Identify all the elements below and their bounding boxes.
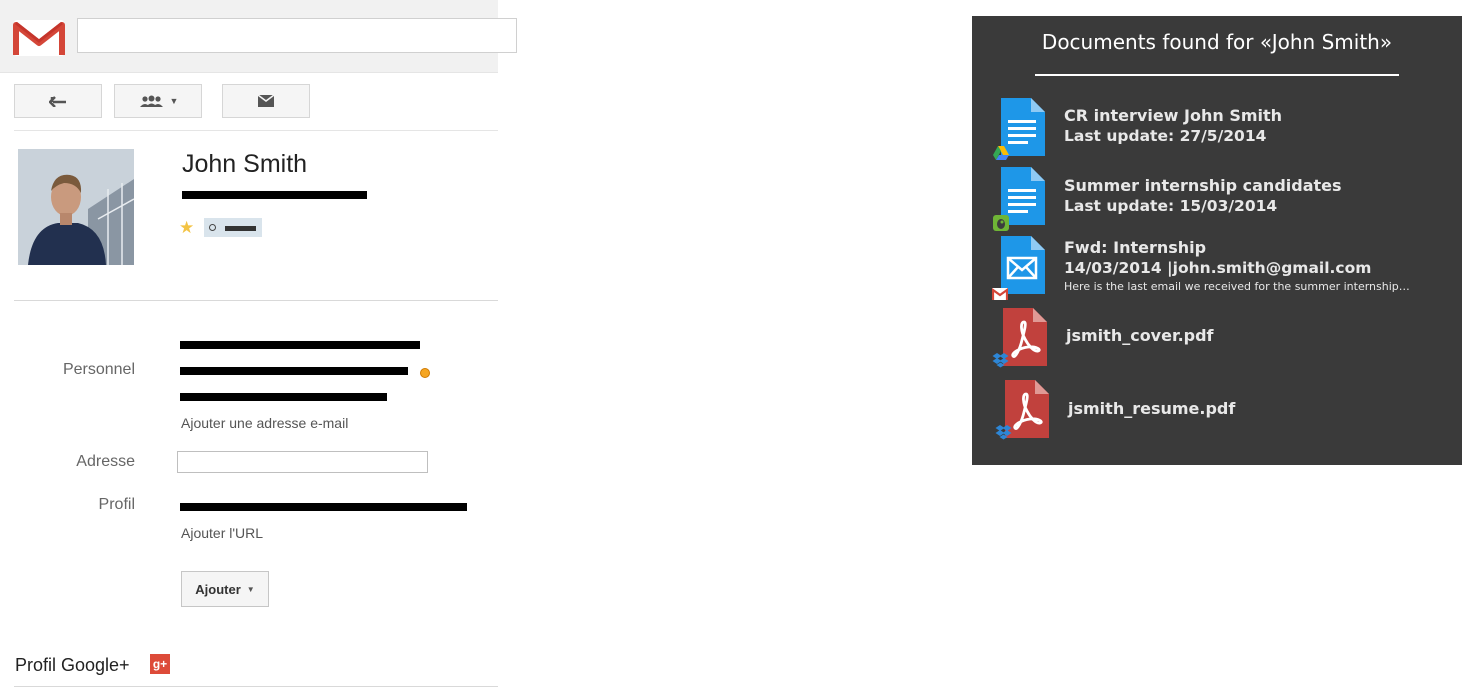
dropbox-icon (995, 425, 1012, 440)
contact-name: John Smith (182, 150, 308, 178)
add-email-link[interactable]: Ajouter une adresse e-mail (181, 415, 348, 431)
divider (14, 686, 498, 687)
email-subject[interactable]: Fwd: Internship (1064, 238, 1206, 257)
back-arrow-icon (49, 96, 66, 107)
chevron-down-icon: ▼ (169, 96, 179, 106)
person-photo-icon (18, 149, 134, 265)
redacted-url (180, 503, 467, 511)
redacted-text (225, 226, 256, 231)
contact-groups-button[interactable]: ▼ (114, 84, 202, 118)
personnel-label: Personnel (62, 361, 135, 378)
star-icon[interactable]: ★ (179, 218, 194, 238)
envelope-icon (258, 95, 274, 107)
people-icon (139, 95, 163, 107)
email-meta: 14/03/2014 |john.smith@gmail.com (1064, 259, 1372, 277)
document-title[interactable]: CR interview John Smith (1064, 106, 1282, 125)
google-plus-profile-label: Profil Google+ (15, 655, 130, 675)
redacted-email (180, 367, 408, 375)
circle-icon (209, 224, 216, 231)
chevron-down-icon: ▼ (246, 584, 255, 594)
divider (14, 300, 498, 301)
document-meta: Last update: 15/03/2014 (1064, 197, 1278, 215)
redacted-email (180, 341, 420, 349)
email-file-icon[interactable] (999, 236, 1045, 294)
status-icon (420, 368, 430, 378)
dropbox-icon (992, 353, 1009, 368)
add-button[interactable]: Ajouter ▼ (181, 571, 269, 607)
contact-avatar[interactable] (18, 149, 134, 265)
send-email-button[interactable] (222, 84, 310, 118)
divider (1035, 74, 1399, 76)
redacted-text (182, 191, 367, 199)
evernote-icon (993, 215, 1009, 231)
pdf-filename[interactable]: jsmith_resume.pdf (1068, 399, 1235, 418)
email-snippet: Here is the last email we received for t… (1064, 280, 1410, 293)
address-label: Adresse (76, 453, 135, 470)
gmail-logo-icon[interactable] (13, 19, 65, 57)
document-meta: Last update: 27/5/2014 (1064, 127, 1267, 145)
add-url-link[interactable]: Ajouter l'URL (181, 525, 263, 541)
address-input[interactable] (177, 451, 428, 473)
divider (14, 130, 498, 131)
search-input[interactable] (77, 18, 517, 53)
panel-title: Documents found for «John Smith» (1041, 30, 1393, 54)
back-button[interactable] (14, 84, 102, 118)
gmail-icon (992, 288, 1008, 300)
google-plus-icon[interactable]: g+ (150, 654, 170, 674)
add-button-label: Ajouter (195, 581, 241, 597)
redacted-email (180, 393, 387, 401)
drive-icon (993, 146, 1009, 160)
document-title[interactable]: Summer internship candidates (1064, 176, 1342, 195)
pdf-filename[interactable]: jsmith_cover.pdf (1066, 326, 1214, 345)
profile-label: Profil (98, 496, 135, 513)
